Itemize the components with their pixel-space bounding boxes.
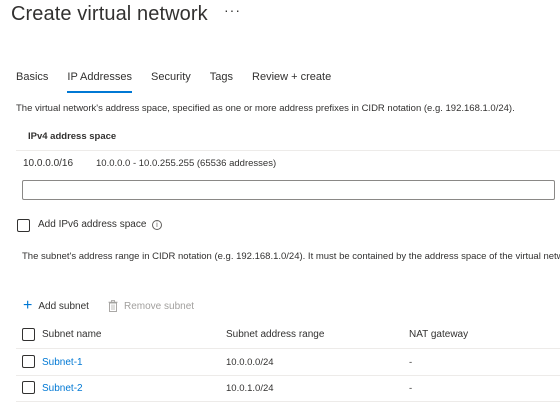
divider xyxy=(16,375,560,376)
tab-basics[interactable]: Basics xyxy=(16,71,48,93)
subnet-address-range: 10.0.1.0/24 xyxy=(226,383,274,394)
nat-gateway-value: - xyxy=(409,357,413,368)
subnet-description: The subnet's address range in CIDR notat… xyxy=(22,251,560,262)
divider xyxy=(16,401,560,402)
subnet-name-link[interactable]: Subnet-1 xyxy=(42,357,83,368)
add-subnet-button[interactable]: + Add subnet xyxy=(23,297,89,314)
subnet-address-range: 10.0.0.0/24 xyxy=(226,357,274,368)
info-icon[interactable]: i xyxy=(152,220,162,230)
tab-review-create[interactable]: Review + create xyxy=(252,71,331,93)
address-range: 10.0.0.0 - 10.0.255.255 (65536 addresses… xyxy=(96,158,277,169)
trash-icon xyxy=(108,300,118,312)
divider xyxy=(16,150,560,151)
ipv4-address-space-header: IPv4 address space xyxy=(28,131,117,142)
tab-ip-addresses[interactable]: IP Addresses xyxy=(67,71,132,93)
nat-gateway-value: - xyxy=(409,383,413,394)
tab-security[interactable]: Security xyxy=(151,71,191,93)
row-checkbox[interactable] xyxy=(22,381,35,394)
page-title: Create virtual network xyxy=(11,3,208,25)
add-subnet-label: Add subnet xyxy=(38,300,89,312)
tab-tags[interactable]: Tags xyxy=(210,71,233,93)
column-header-subnet-name[interactable]: Subnet name xyxy=(42,329,102,340)
address-space-input[interactable] xyxy=(22,180,555,200)
address-prefix: 10.0.0.0/16 xyxy=(23,158,74,169)
more-icon[interactable]: ··· xyxy=(224,2,241,18)
add-ipv6-checkbox[interactable] xyxy=(17,219,30,232)
subnet-name-link[interactable]: Subnet-2 xyxy=(42,383,83,394)
add-ipv6-label: Add IPv6 address space xyxy=(38,219,147,230)
address-space-description: The virtual network's address space, spe… xyxy=(16,103,515,114)
select-all-checkbox[interactable] xyxy=(22,328,35,341)
column-header-address-range[interactable]: Subnet address range xyxy=(226,329,324,340)
divider xyxy=(16,348,560,349)
tab-bar: Basics IP Addresses Security Tags Review… xyxy=(16,71,350,93)
remove-subnet-label: Remove subnet xyxy=(124,300,195,312)
row-checkbox[interactable] xyxy=(22,355,35,368)
remove-subnet-button[interactable]: Remove subnet xyxy=(108,300,194,312)
plus-icon: + xyxy=(23,297,33,314)
column-header-nat-gateway[interactable]: NAT gateway xyxy=(409,329,468,340)
